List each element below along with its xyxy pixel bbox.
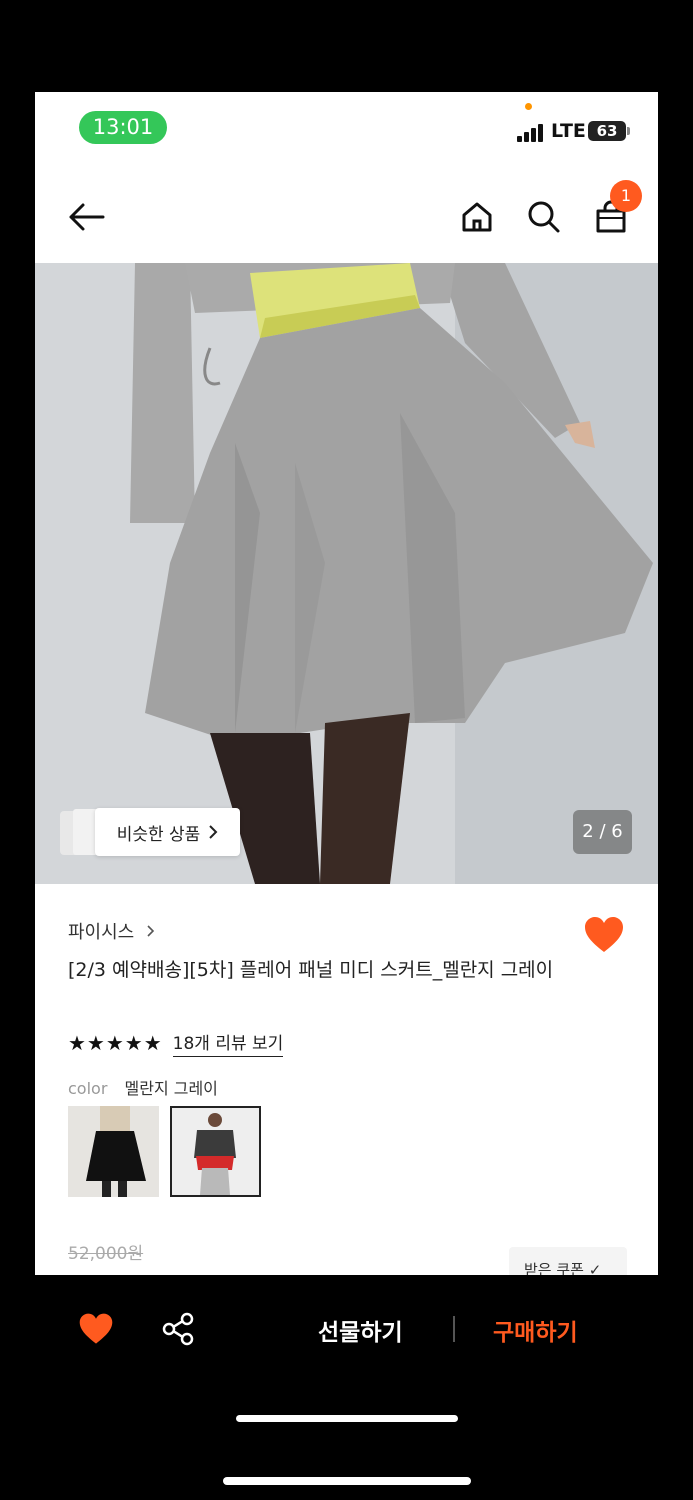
buy-button[interactable]: 구매하기 bbox=[493, 1313, 578, 1347]
app-screen: 13:01 LTE 63 1 비슷한 상품 2 / 6 파이시스 [2/3 예약… bbox=[35, 92, 658, 1275]
swatch-black-image bbox=[68, 1106, 159, 1197]
gift-button[interactable]: 선물하기 bbox=[318, 1313, 403, 1347]
home-icon bbox=[462, 202, 492, 232]
share-icon bbox=[162, 1312, 194, 1346]
share-button[interactable] bbox=[160, 1311, 196, 1347]
home-button[interactable] bbox=[455, 195, 499, 239]
swatch-gray-image bbox=[172, 1108, 259, 1195]
review-link[interactable]: 18개 리뷰 보기 bbox=[172, 1029, 284, 1057]
status-bar: 13:01 LTE 63 bbox=[35, 92, 658, 170]
back-arrow-icon bbox=[69, 203, 105, 231]
product-image[interactable]: 비슷한 상품 2 / 6 bbox=[35, 263, 658, 884]
similar-products-button[interactable]: 비슷한 상품 bbox=[95, 808, 240, 856]
battery-tip bbox=[627, 127, 630, 135]
color-swatch-melange-gray[interactable] bbox=[170, 1106, 261, 1197]
heart-icon bbox=[585, 917, 623, 952]
heart-icon bbox=[79, 1313, 113, 1344]
cart-count-badge: 1 bbox=[610, 180, 642, 212]
wishlist-button[interactable] bbox=[583, 914, 625, 956]
battery-icon: 63 bbox=[588, 121, 626, 141]
similar-products-label: 비슷한 상품 bbox=[116, 824, 201, 845]
chevron-right-icon bbox=[147, 925, 155, 937]
brand-link[interactable]: 파이시스 bbox=[68, 918, 156, 944]
rating-stars: ★★★★★ bbox=[68, 1031, 163, 1055]
outer-home-indicator[interactable] bbox=[223, 1477, 471, 1485]
bottom-divider bbox=[453, 1316, 455, 1342]
bottom-wishlist-button[interactable] bbox=[78, 1311, 114, 1347]
color-row: color 멜란지 그레이 bbox=[68, 1075, 218, 1099]
product-photo-illustration bbox=[35, 263, 658, 884]
rating-row: ★★★★★ 18개 리뷰 보기 bbox=[68, 1029, 284, 1057]
top-nav bbox=[35, 177, 658, 257]
search-icon bbox=[528, 201, 560, 233]
selected-color: 멜란지 그레이 bbox=[124, 1079, 218, 1098]
color-swatch-black[interactable] bbox=[68, 1106, 159, 1197]
color-label: color bbox=[68, 1079, 108, 1098]
search-button[interactable] bbox=[522, 195, 566, 239]
home-indicator[interactable] bbox=[236, 1415, 458, 1422]
status-time: 13:01 bbox=[79, 111, 167, 144]
image-page-counter: 2 / 6 bbox=[573, 810, 632, 854]
received-coupon-button[interactable]: 받은 쿠폰 ✓ bbox=[509, 1247, 627, 1275]
signal-icon bbox=[517, 122, 547, 142]
back-button[interactable] bbox=[65, 195, 109, 239]
network-label: LTE bbox=[551, 120, 586, 142]
chevron-right-icon bbox=[209, 825, 218, 839]
mic-indicator-dot bbox=[525, 103, 532, 110]
brand-name: 파이시스 bbox=[68, 922, 135, 943]
product-title: [2/3 예약배송][5차] 플레어 패널 미디 스커트_멜란지 그레이 bbox=[68, 959, 554, 981]
bottom-action-bar: 선물하기 구매하기 bbox=[0, 1275, 693, 1385]
original-price: 52,000원 bbox=[68, 1244, 144, 1264]
